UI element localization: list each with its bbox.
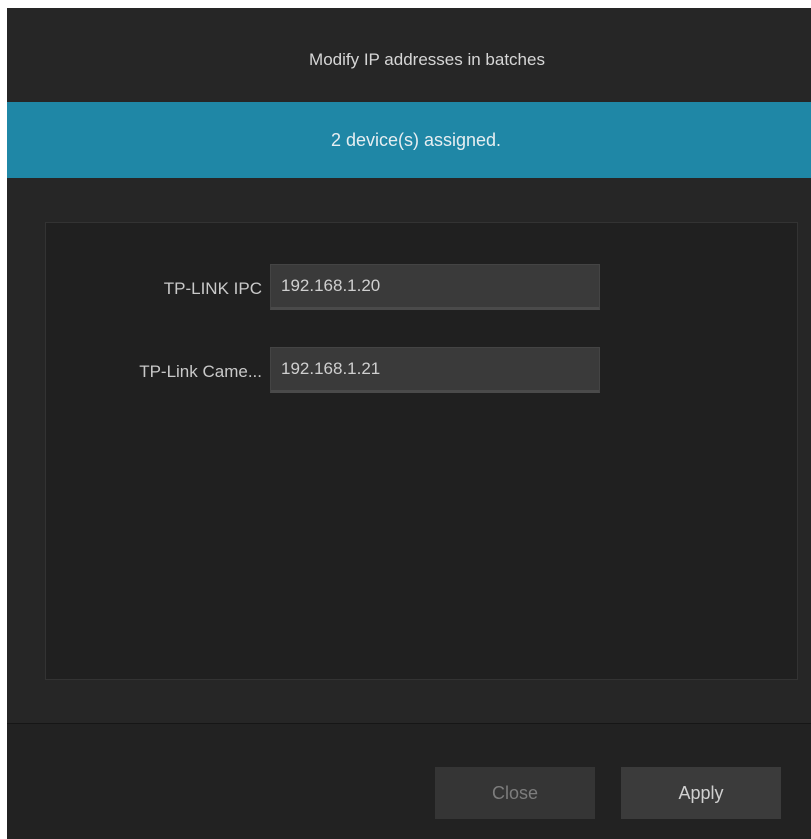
ip-address-field[interactable]	[270, 264, 600, 310]
close-button[interactable]: Close	[435, 767, 595, 819]
dialog-title-bar: Modify IP addresses in batches	[7, 8, 811, 102]
device-row: TP-Link Came...	[46, 347, 797, 397]
batch-ip-dialog: Modify IP addresses in batches 2 device(…	[7, 8, 811, 839]
assigned-devices-banner: 2 device(s) assigned.	[7, 102, 811, 178]
device-row: TP-LINK IPC	[46, 264, 797, 314]
dialog-title: Modify IP addresses in batches	[309, 50, 545, 69]
device-ip-panel: TP-LINK IPC TP-Link Came...	[45, 222, 798, 680]
assigned-devices-text: 2 device(s) assigned.	[330, 129, 502, 150]
dialog-footer: Close Apply	[7, 724, 811, 839]
device-name-label: TP-Link Came...	[139, 362, 262, 381]
ip-address-field[interactable]	[270, 347, 600, 393]
apply-button[interactable]: Apply	[621, 767, 781, 819]
device-name-label: TP-LINK IPC	[163, 279, 262, 298]
